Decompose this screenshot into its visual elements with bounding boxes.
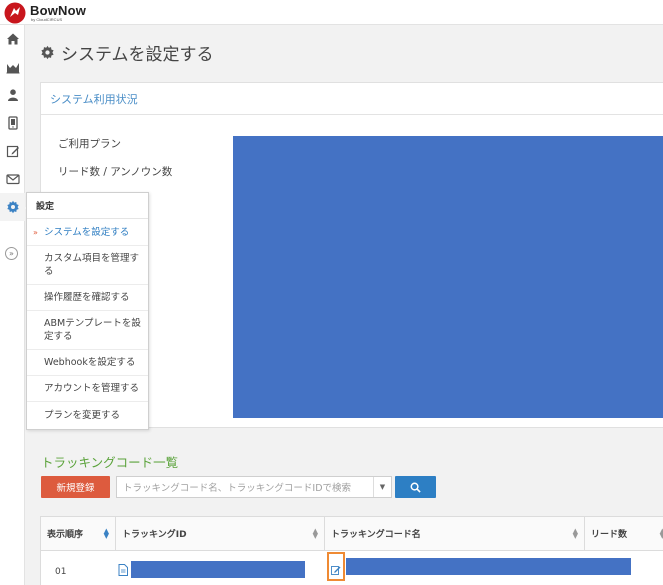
top-header: BowNow by CloudCIRCUS bbox=[0, 0, 663, 25]
page-title-text: システムを設定する bbox=[61, 45, 214, 65]
menu-item-abm-template[interactable]: ABMテンプレートを設定する bbox=[27, 311, 148, 350]
tracking-section-title: トラッキングコード一覧 bbox=[41, 455, 179, 470]
menu-item-accounts[interactable]: アカウントを管理する bbox=[27, 376, 148, 402]
caret-icon: » bbox=[33, 228, 38, 237]
settings-flyout-menu: 設定 » システムを設定する カスタム項目を管理する 操作履歴を確認する ABM… bbox=[26, 192, 149, 430]
rail-home[interactable] bbox=[0, 25, 25, 53]
menu-item-label: システムを設定する bbox=[44, 227, 130, 238]
mail-icon bbox=[5, 174, 20, 185]
document-icon[interactable] bbox=[118, 564, 128, 576]
bownow-logo-icon[interactable] bbox=[3, 2, 27, 24]
menu-item-label: 操作履歴を確認する bbox=[44, 292, 130, 303]
rail-analytics[interactable] bbox=[0, 53, 25, 81]
search-placeholder: トラッキングコード名、トラッキングコードIDで検索 bbox=[123, 483, 352, 494]
page-title: システムを設定する bbox=[40, 40, 214, 65]
col-header-tracking-name[interactable]: トラッキングコード名 ▲ ▼ bbox=[325, 517, 585, 551]
usage-label-leads: リード数 / アンノウン数 bbox=[58, 166, 173, 178]
edit-icon bbox=[6, 145, 19, 158]
home-icon bbox=[6, 33, 19, 45]
new-register-button[interactable]: 新規登録 bbox=[41, 476, 110, 498]
left-icon-rail: » bbox=[0, 25, 31, 585]
brand-sub: by CloudCIRCUS bbox=[31, 17, 63, 22]
usage-panel-heading: システム利用状況 bbox=[41, 83, 663, 115]
rail-settings[interactable] bbox=[0, 193, 31, 221]
expand-rail-button[interactable]: » bbox=[5, 247, 18, 260]
search-button[interactable] bbox=[395, 476, 436, 498]
menu-item-label: ABMテンプレートを設定する bbox=[44, 318, 141, 342]
search-icon bbox=[410, 482, 421, 493]
menu-item-label: プランを変更する bbox=[44, 410, 121, 421]
edit-icon bbox=[331, 566, 341, 575]
menu-item-custom-fields[interactable]: カスタム項目を管理する bbox=[27, 246, 148, 285]
col-header-order[interactable]: 表示順序 ▲ ▼ bbox=[41, 517, 116, 551]
col-header-lead-count[interactable]: リード数 ▲ ▼ bbox=[585, 517, 663, 551]
tablet-icon bbox=[7, 116, 18, 130]
rail-mail[interactable] bbox=[0, 165, 25, 193]
tracking-table: 表示順序 ▲ ▼ トラッキングID ▲ ▼ トラッキングコード名 ▲ ▼ リード数 ▲… bbox=[40, 516, 663, 585]
tracking-search-input[interactable]: トラッキングコード名、トラッキングコードIDで検索 ▼ bbox=[116, 476, 392, 498]
user-icon bbox=[7, 89, 18, 101]
gear-icon bbox=[6, 200, 19, 214]
sort-icon: ▲ ▼ bbox=[103, 527, 109, 540]
brand-name: BowNow bbox=[30, 3, 87, 18]
chart-icon bbox=[6, 63, 19, 74]
menu-item-label: アカウントを管理する bbox=[44, 383, 140, 394]
col-header-tracking-id[interactable]: トラッキングID ▲ ▼ bbox=[116, 517, 325, 551]
sort-icon: ▲ ▼ bbox=[312, 527, 318, 540]
menu-item-webhook[interactable]: Webhookを設定する bbox=[27, 350, 148, 376]
menu-item-operation-history[interactable]: 操作履歴を確認する bbox=[27, 285, 148, 311]
cell-order: 01 bbox=[55, 567, 67, 577]
rail-pages[interactable] bbox=[0, 109, 25, 137]
chevron-down-icon[interactable]: ▼ bbox=[373, 477, 391, 497]
usage-label-plan: ご利用プラン bbox=[58, 138, 121, 150]
gear-icon bbox=[41, 45, 54, 60]
edit-button[interactable] bbox=[327, 552, 345, 581]
redacted-tracking-name bbox=[346, 558, 631, 575]
menu-item-system-settings[interactable]: » システムを設定する bbox=[27, 220, 148, 246]
redacted-tracking-id bbox=[131, 561, 305, 578]
menu-item-change-plan[interactable]: プランを変更する bbox=[27, 402, 148, 429]
menu-item-label: カスタム項目を管理する bbox=[44, 253, 140, 277]
rail-leads[interactable] bbox=[0, 81, 25, 109]
flyout-heading: 設定 bbox=[27, 193, 148, 219]
rail-forms[interactable] bbox=[0, 137, 25, 165]
sort-icon: ▲ ▼ bbox=[659, 527, 663, 540]
sort-icon: ▲ ▼ bbox=[572, 527, 578, 540]
menu-item-label: Webhookを設定する bbox=[44, 357, 136, 368]
redacted-usage-values bbox=[233, 136, 663, 418]
